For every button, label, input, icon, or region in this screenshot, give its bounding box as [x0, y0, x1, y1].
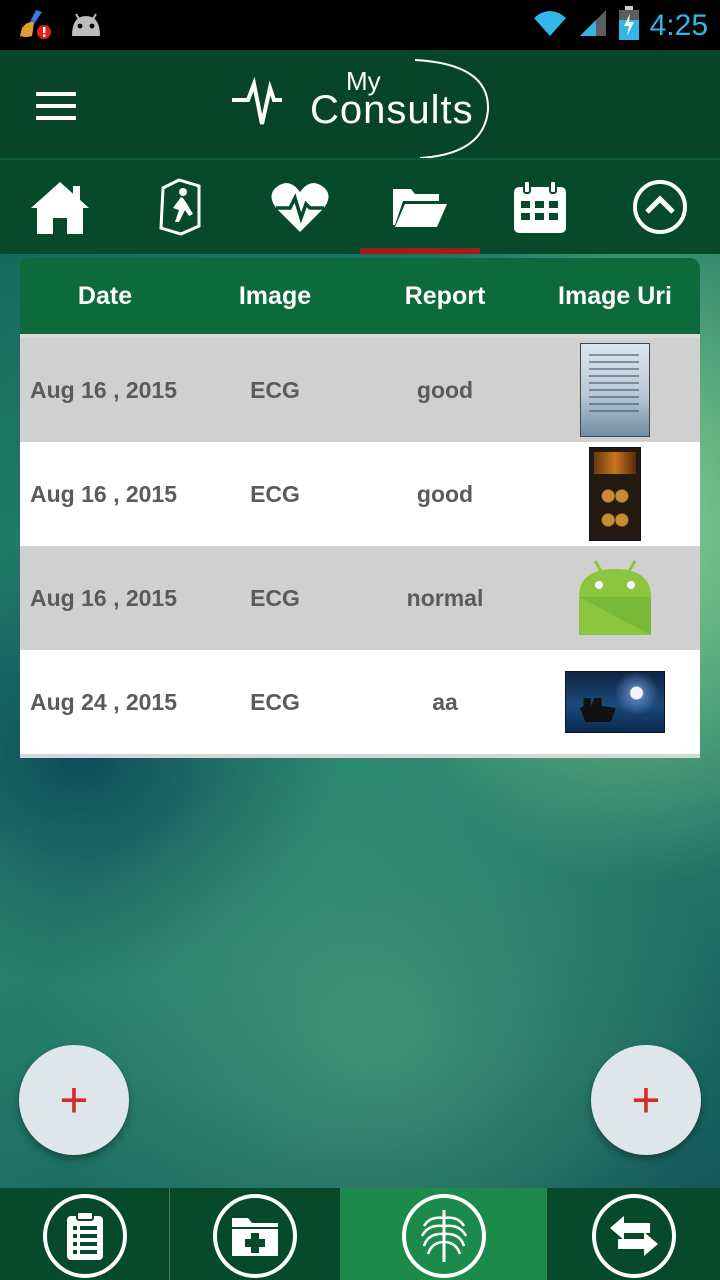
table-row[interactable]: Aug 16 , 2015 ECG normal [20, 546, 700, 650]
tab-calendar[interactable] [480, 160, 600, 254]
ribcage-xray-icon [420, 1210, 467, 1262]
cell-report: good [416, 376, 474, 403]
app-header: My MDConsults [0, 50, 720, 160]
add-right-button[interactable]: + [591, 1045, 701, 1155]
bottom-tab-swap-circle [591, 1194, 676, 1278]
wifi-icon [532, 8, 568, 43]
cell-image: ECG [250, 480, 300, 507]
fitness-runner-icon [159, 178, 201, 236]
bottom-tab-medical-folder[interactable] [170, 1188, 341, 1280]
calendar-icon [514, 180, 566, 233]
medical-folder-icon [232, 1218, 278, 1256]
tab-records[interactable] [360, 160, 480, 254]
bottom-tab-swap[interactable] [547, 1188, 720, 1280]
chevron-up-circle-icon [633, 180, 687, 234]
swap-arrows-icon [609, 1216, 658, 1256]
logo-consults: MDConsults [310, 88, 474, 133]
cell-image-uri [530, 557, 700, 639]
tab-fitness[interactable] [120, 160, 240, 254]
bottom-tab-medical-folder-circle [213, 1194, 297, 1278]
cell-date: Aug 16 , 2015 [30, 584, 178, 611]
cell-date: Aug 16 , 2015 [30, 480, 178, 507]
table-header: Date Image Report Image Uri [20, 258, 700, 334]
tab-scroll-up[interactable] [600, 160, 720, 254]
header-report[interactable]: Report [360, 282, 530, 311]
hamburger-icon-line [36, 104, 76, 108]
cell-image-uri [530, 671, 700, 733]
bottom-tab-clipboard[interactable] [0, 1188, 170, 1280]
clipboard-list-icon [66, 1211, 103, 1260]
records-table: Date Image Report Image Uri Aug 16 , 201… [20, 258, 700, 758]
cell-date: Aug 24 , 2015 [30, 688, 178, 715]
cell-image-uri [530, 343, 700, 437]
hamburger-icon-line [36, 116, 76, 120]
android-robot-thumbnail[interactable] [575, 557, 655, 639]
image-thumbnail[interactable] [565, 671, 665, 733]
cell-image: ECG [250, 584, 300, 611]
home-icon [31, 182, 89, 234]
header-date[interactable]: Date [20, 282, 190, 311]
table-footer-divider [20, 754, 700, 758]
header-image[interactable]: Image [190, 282, 360, 311]
app-logo: My MDConsults [230, 54, 500, 158]
battery-charging-icon [618, 6, 640, 45]
image-thumbnail[interactable] [589, 447, 641, 541]
bottom-tab-xray-circle [401, 1194, 486, 1278]
cell-report: aa [432, 688, 458, 715]
bottom-tab-xray[interactable] [341, 1188, 547, 1280]
broom-alert-icon [18, 8, 52, 45]
nav-tabs [0, 160, 720, 254]
table-row[interactable]: Aug 16 , 2015 ECG good [20, 442, 700, 546]
bottom-bar [0, 1188, 720, 1280]
menu-button[interactable] [36, 92, 76, 120]
status-bar: 4:25 [0, 0, 720, 50]
clock: 4:25 [649, 8, 708, 42]
bottom-tab-clipboard-circle [42, 1194, 127, 1278]
tab-home[interactable] [0, 160, 120, 254]
cell-image-uri [530, 447, 700, 541]
table-row[interactable]: Aug 16 , 2015 ECG good [20, 338, 700, 442]
hamburger-icon-line [36, 92, 76, 96]
logo-consults-text: Consults [310, 88, 474, 132]
table-row[interactable]: Aug 24 , 2015 ECG aa [20, 650, 700, 754]
heart-pulse-icon [271, 183, 329, 232]
cell-date: Aug 16 , 2015 [30, 376, 178, 403]
cell-image: ECG [250, 688, 300, 715]
tab-health[interactable] [240, 160, 360, 254]
image-thumbnail[interactable] [580, 343, 650, 437]
header-image-uri[interactable]: Image Uri [530, 282, 700, 311]
folder-open-icon [393, 189, 447, 227]
add-left-button[interactable]: + [19, 1045, 129, 1155]
signal-icon [578, 8, 608, 43]
cell-report: normal [406, 584, 484, 611]
cell-report: good [416, 480, 474, 507]
cell-image: ECG [250, 376, 300, 403]
android-icon [68, 8, 104, 45]
